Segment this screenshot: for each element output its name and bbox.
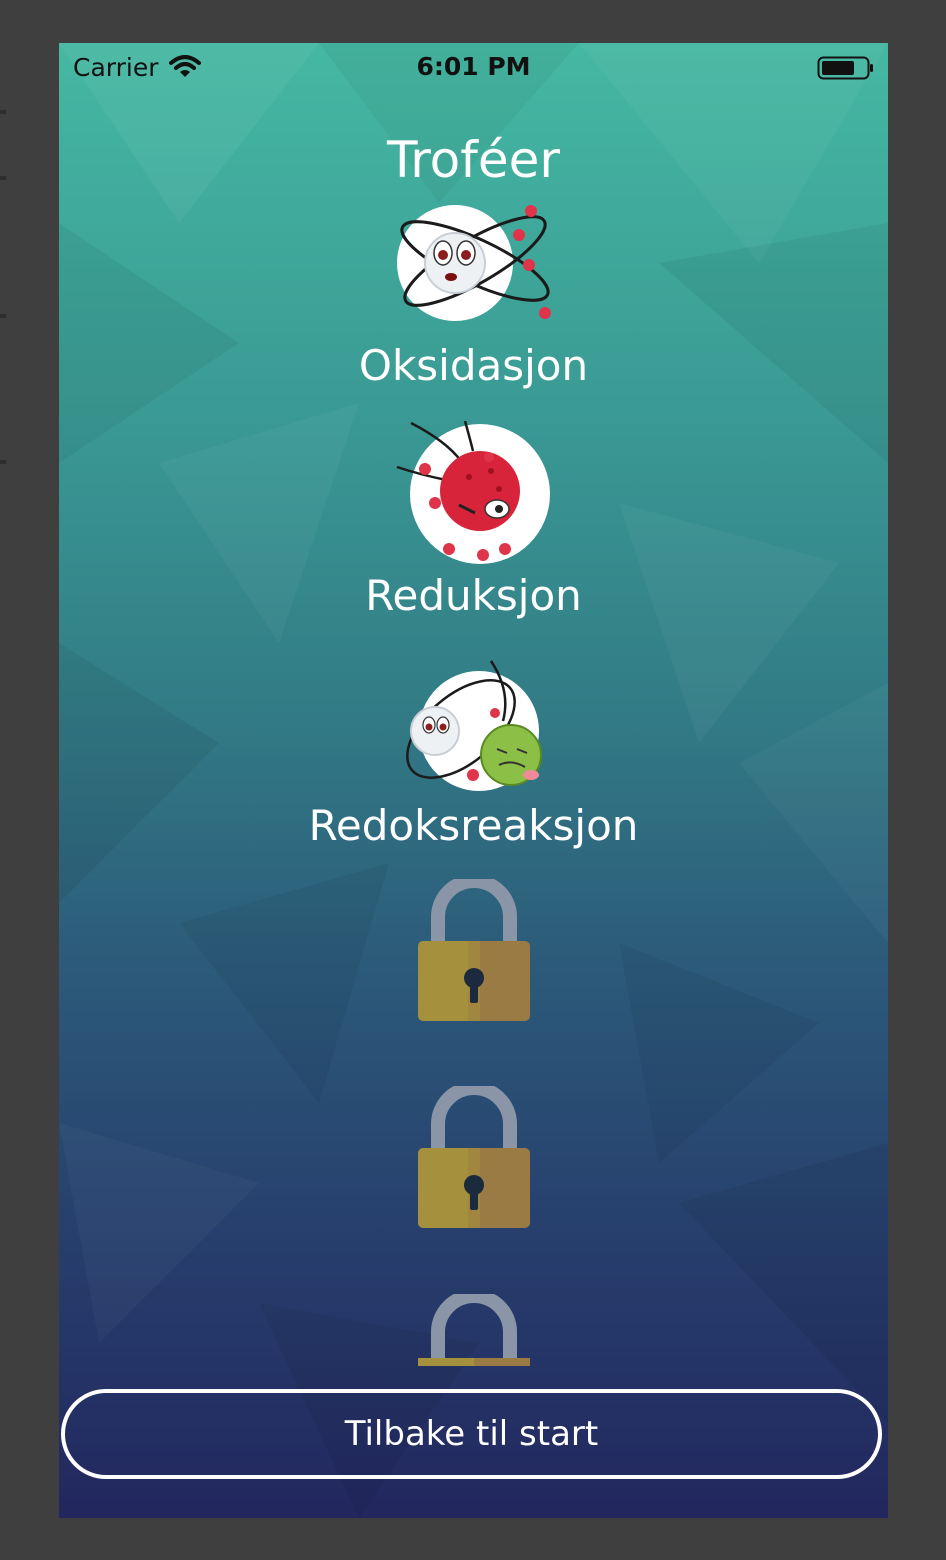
oxidation-molecule-icon — [397, 205, 551, 321]
padlock-icon — [418, 1294, 530, 1366]
reduction-molecule-icon — [396, 421, 550, 564]
battery-icon — [817, 56, 873, 80]
trophy-redoksreaksjon[interactable]: Redoksreaksjon — [59, 651, 888, 851]
status-time: 6:01 PM — [416, 52, 531, 81]
status-bar: Carrier 6:01 PM — [59, 43, 888, 89]
trophy-label: Oksidasjon — [358, 341, 589, 390]
app-screen: Carrier 6:01 PM Troféer Oksidasjon Reduk… — [59, 43, 888, 1518]
padlock-icon — [418, 879, 530, 1021]
trophy-reduksjon[interactable]: Reduksjon — [59, 421, 888, 621]
redox-molecules-icon — [406, 660, 542, 791]
padlock-icon — [418, 1086, 530, 1228]
back-to-start-button[interactable]: Tilbake til start — [61, 1389, 882, 1479]
trophy-label: Redoksreaksjon — [308, 801, 639, 850]
trophy-label: Reduksjon — [365, 571, 582, 620]
trophy-oksidasjon[interactable]: Oksidasjon — [59, 201, 888, 391]
page-title: Troféer — [387, 131, 560, 189]
